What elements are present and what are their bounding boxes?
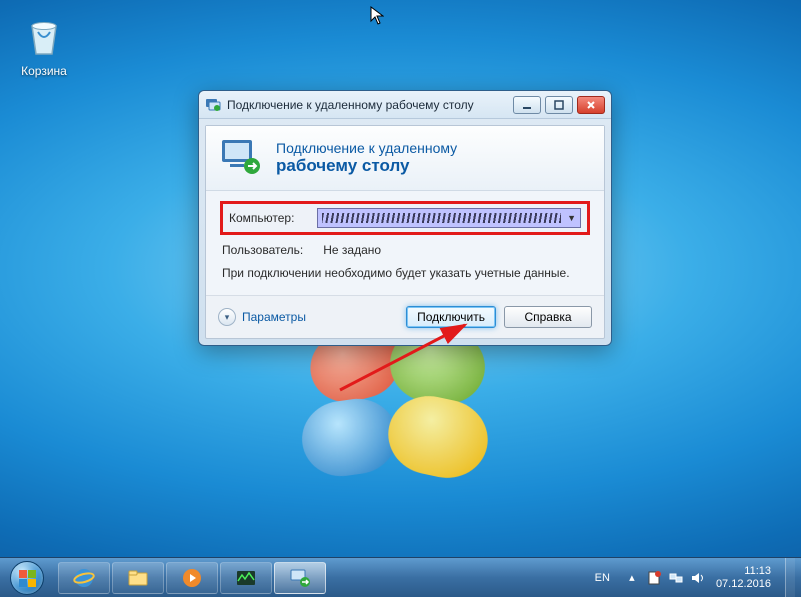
desktop-icon-label: Корзина xyxy=(12,64,76,78)
show-desktop-button[interactable] xyxy=(785,558,795,597)
taskbar-item-media-player[interactable] xyxy=(166,562,218,594)
chevron-down-icon: ▾ xyxy=(218,308,236,326)
rdc-app-icon xyxy=(205,97,221,113)
user-value: Не задано xyxy=(323,243,381,257)
desktop-icon-recycle-bin[interactable]: Корзина xyxy=(12,12,76,78)
minimize-button[interactable] xyxy=(513,96,541,114)
clock-date: 07.12.2016 xyxy=(716,578,771,591)
tray-clock[interactable]: 11:13 07.12.2016 xyxy=(716,565,775,590)
recycle-bin-icon xyxy=(20,12,68,60)
start-orb-icon xyxy=(10,561,44,595)
clock-time: 11:13 xyxy=(716,565,771,578)
banner-line2: рабочему столу xyxy=(276,156,457,176)
computer-combobox[interactable]: ▼ xyxy=(317,208,581,228)
chevron-down-icon[interactable]: ▼ xyxy=(561,213,576,223)
rdc-banner-icon xyxy=(220,136,264,180)
taskbar-item-ie[interactable] xyxy=(58,562,110,594)
tray-network-icon[interactable] xyxy=(668,570,684,586)
close-button[interactable] xyxy=(577,96,605,114)
tray-volume-icon[interactable] xyxy=(690,570,706,586)
user-label: Пользователь: xyxy=(222,243,303,257)
computer-field-highlight: Компьютер: ▼ xyxy=(220,201,590,235)
banner-line1: Подключение к удаленному xyxy=(276,140,457,156)
options-toggle[interactable]: ▾ Параметры xyxy=(218,308,306,326)
dialog-banner: Подключение к удаленному рабочему столу xyxy=(206,126,604,191)
start-button[interactable] xyxy=(0,558,54,597)
taskbar-item-task-manager[interactable] xyxy=(220,562,272,594)
computer-value-redacted xyxy=(322,213,561,223)
tray-action-center-icon[interactable] xyxy=(646,570,662,586)
taskbar-item-explorer[interactable] xyxy=(112,562,164,594)
window-title: Подключение к удаленному рабочему столу xyxy=(227,98,507,112)
help-button[interactable]: Справка xyxy=(504,306,592,328)
credentials-hint: При подключении необходимо будет указать… xyxy=(220,259,590,295)
rdc-dialog: Подключение к удаленному рабочему столу … xyxy=(198,90,612,346)
taskbar: EN ▴ 11:13 07.12.2016 xyxy=(0,557,801,597)
computer-label: Компьютер: xyxy=(229,211,309,225)
titlebar[interactable]: Подключение к удаленному рабочему столу xyxy=(199,91,611,119)
tray-show-hidden-icon[interactable]: ▴ xyxy=(624,570,640,586)
maximize-button[interactable] xyxy=(545,96,573,114)
options-label: Параметры xyxy=(242,310,306,324)
language-indicator[interactable]: EN xyxy=(591,570,614,586)
taskbar-item-rdc[interactable] xyxy=(274,562,326,594)
annotation-arrow xyxy=(335,320,485,400)
